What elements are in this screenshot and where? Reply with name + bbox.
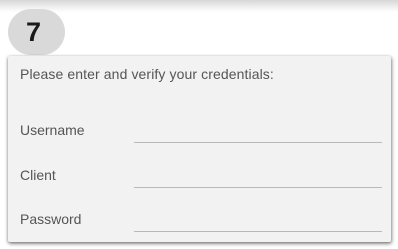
client-field[interactable]	[134, 163, 382, 188]
password-row: Password	[20, 207, 382, 233]
credentials-screen: 7 Please enter and verify your credentia…	[0, 0, 398, 249]
username-row: Username	[20, 118, 382, 144]
password-field[interactable]	[134, 207, 382, 232]
username-field[interactable]	[134, 118, 382, 143]
form-prompt: Please enter and verify your credentials…	[20, 66, 274, 82]
credentials-form: Please enter and verify your credentials…	[8, 56, 391, 242]
username-label: Username	[20, 122, 85, 138]
step-number-badge: 7	[8, 9, 65, 55]
client-row: Client	[20, 163, 382, 189]
password-label: Password	[20, 211, 82, 227]
top-shadow	[0, 0, 398, 12]
client-label: Client	[20, 167, 56, 183]
